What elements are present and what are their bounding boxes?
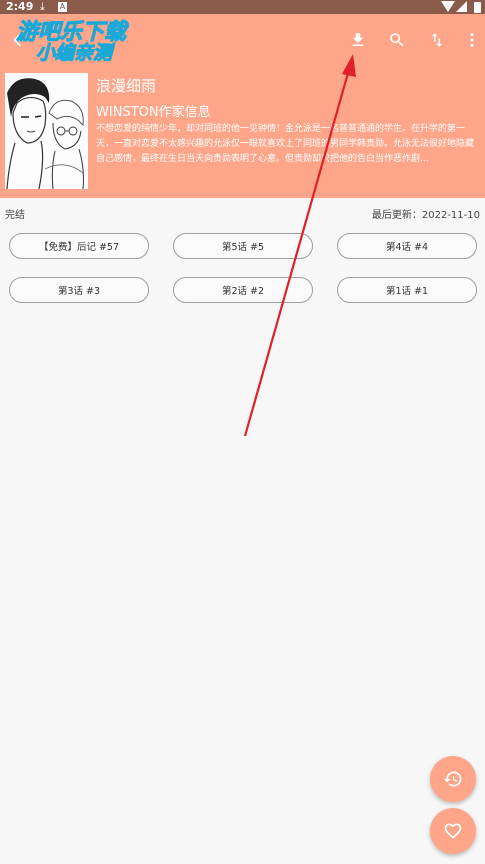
comic-detail-screen: 2:49 ⤓ A 游吧乐下载 小编亲测 浪漫细雨 WINSTON作家信息 不想恋…: [0, 0, 485, 864]
more-vert-icon: [470, 33, 474, 47]
serialization-status: 完结: [5, 210, 25, 221]
chapter-button[interactable]: 第4话 #4: [337, 233, 477, 259]
search-button[interactable]: [383, 28, 411, 52]
search-icon: [390, 33, 404, 47]
app-notification-icon: A: [58, 2, 67, 12]
chapter-button[interactable]: 第5话 #5: [173, 233, 313, 259]
comic-header: 游吧乐下载 小编亲测 浪漫细雨 WINSTON作家信息 不想恋爱的纯情少年，却对…: [0, 14, 485, 198]
favorite-button[interactable]: [430, 808, 476, 854]
comic-title: 浪漫细雨: [96, 77, 157, 95]
last-update: 最后更新：2022-11-10: [371, 210, 480, 221]
cover-illustration: [5, 73, 88, 189]
download-button[interactable]: [344, 28, 372, 52]
chapter-button[interactable]: 第3话 #3: [9, 277, 149, 303]
chapter-button[interactable]: 【免费】后记 #57: [9, 233, 149, 259]
comic-description: 不想恋爱的纯情少年，却对同班的他一见钟情！金允泳是一名普普通通的学生。在升学的第…: [96, 124, 475, 164]
status-time: 2:49: [6, 0, 34, 13]
watermark-line2: 小编亲测: [35, 42, 113, 65]
comic-author[interactable]: WINSTON作家信息: [96, 101, 211, 120]
sort-button[interactable]: [423, 28, 451, 52]
wifi-icon: [441, 1, 455, 12]
more-options-button[interactable]: [458, 28, 485, 52]
chapter-button[interactable]: 第1话 #1: [337, 277, 477, 303]
history-icon: [443, 771, 462, 787]
comic-cover-image[interactable]: [5, 73, 88, 189]
heart-icon: [444, 823, 462, 839]
history-button[interactable]: [430, 756, 476, 802]
download-icon: [352, 33, 364, 46]
chapter-button[interactable]: 第2话 #2: [173, 277, 313, 303]
signal-icon: [456, 1, 467, 12]
status-bar: 2:49 ⤓ A: [0, 0, 485, 14]
battery-icon: [474, 2, 481, 13]
download-notification-icon: ⤓: [40, 0, 45, 13]
sort-icon: [431, 33, 443, 47]
watermark-overlay: 游吧乐下载 小编亲测: [15, 14, 146, 65]
